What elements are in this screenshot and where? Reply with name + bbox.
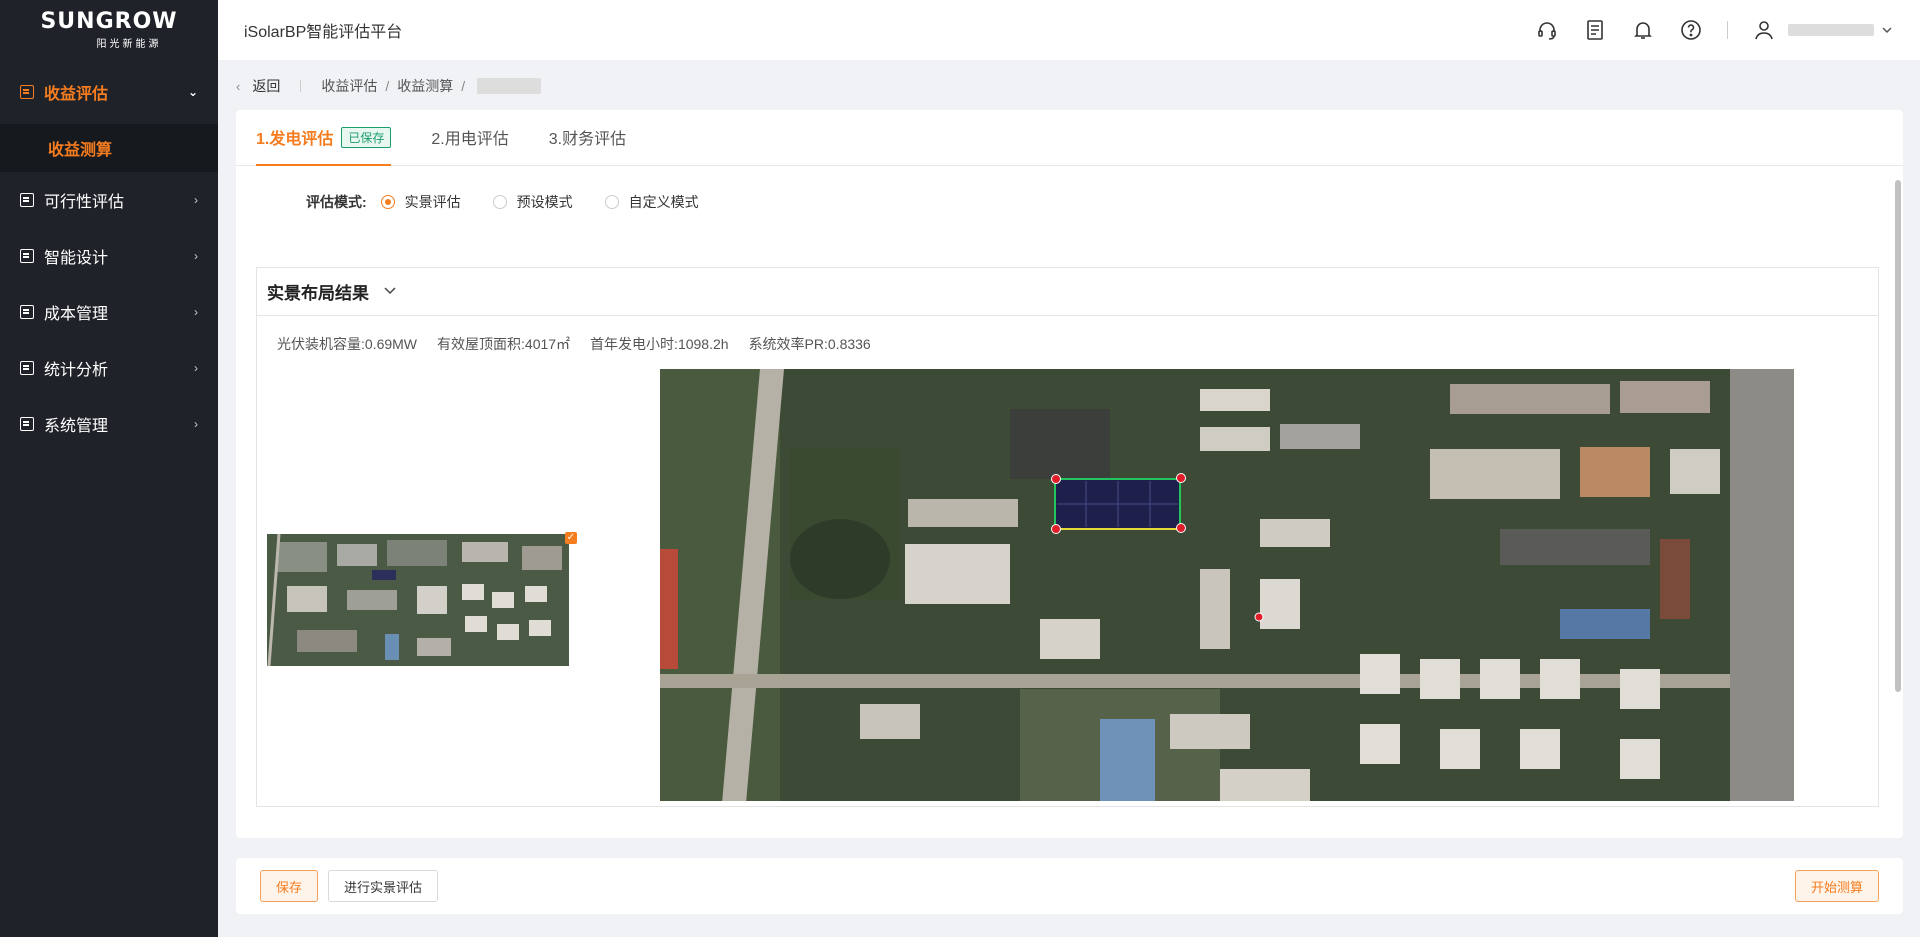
real-scene-eval-button[interactable]: 进行实景评估	[328, 870, 439, 902]
satellite-aerial-image	[660, 369, 1794, 801]
header-actions	[1511, 18, 1894, 42]
user-name-masked[interactable]	[1788, 24, 1874, 36]
chevron-right-icon: ›	[194, 193, 198, 207]
layout-result-panel: 实景布局结果 光伏装机容量:0.69MW 有效屋顶面积:4017㎡ 首年发电小时…	[256, 267, 1879, 807]
breadcrumb-item[interactable]: 收益评估	[321, 76, 377, 96]
top-header: iSolarBP智能评估平台	[218, 0, 1920, 60]
satellite-layout-map[interactable]	[660, 369, 1794, 801]
evaluation-card: 1.发电评估 已保存 2.用电评估 3.财务评估 评估模式: 实景评估 预设模式…	[236, 110, 1903, 838]
radio-checked-icon	[380, 195, 395, 209]
tab-financial-eval[interactable]: 3.财务评估	[549, 109, 626, 165]
save-button[interactable]: 保存	[260, 870, 319, 902]
layout-stats: 光伏装机容量:0.69MW 有效屋顶面积:4017㎡ 首年发电小时:1098.2…	[277, 334, 871, 354]
thumbnail-selected-checkbox[interactable]: ✓	[565, 532, 577, 544]
feasibility-icon	[20, 193, 34, 207]
tab-consumption-eval[interactable]: 2.用电评估	[431, 109, 508, 165]
back-button[interactable]: ‹ 返回	[236, 76, 280, 96]
breadcrumb-current-masked	[477, 78, 542, 94]
help-icon[interactable]	[1679, 18, 1703, 42]
stat-system-pr: 系统效率PR:0.8336	[748, 336, 871, 352]
evaluation-mode-label: 评估模式:	[306, 194, 367, 210]
sidebar-subitem-revenue-calc[interactable]: 收益测算	[0, 124, 218, 172]
header-divider	[1727, 21, 1728, 39]
back-label: 返回	[252, 78, 281, 94]
radio-custom-mode[interactable]: 自定义模式	[604, 192, 699, 212]
breadcrumb-separator: /	[461, 78, 466, 94]
radio-label: 实景评估	[404, 194, 461, 210]
radio-label: 预设模式	[516, 194, 573, 210]
sidebar-item-feasibility[interactable]: 可行性评估 ›	[0, 172, 218, 228]
document-icon[interactable]	[1583, 18, 1607, 42]
sidebar-item-cost[interactable]: 成本管理 ›	[0, 284, 218, 340]
chevron-down-icon	[383, 283, 397, 300]
sidebar-item-label: 可行性评估	[44, 194, 125, 211]
layout-thumbnail[interactable]: ✓	[267, 532, 577, 667]
revenue-icon	[20, 85, 34, 99]
chevron-down-icon[interactable]	[1880, 18, 1894, 42]
chevron-right-icon: ›	[194, 305, 198, 319]
start-calculation-button[interactable]: 开始测算	[1794, 870, 1879, 902]
layout-result-header[interactable]: 实景布局结果	[257, 268, 1878, 316]
radio-preset-mode[interactable]: 预设模式	[492, 192, 573, 212]
chevron-left-icon: ‹	[236, 78, 241, 94]
brand-subtitle: 阳光新能源	[96, 38, 162, 50]
headset-icon[interactable]	[1535, 18, 1559, 42]
saved-badge: 已保存	[341, 126, 392, 148]
chevron-right-icon: ›	[194, 417, 198, 431]
panel-title: 实景布局结果	[267, 284, 369, 303]
thumbnail-aerial-image	[267, 533, 569, 667]
chevron-right-icon: ›	[194, 361, 198, 375]
sidebar-item-revenue[interactable]: 收益评估 ⌄	[0, 60, 218, 124]
breadcrumb: ‹ 返回 收益评估 / 收益测算 /	[236, 74, 542, 98]
vertical-scrollbar[interactable]	[1895, 180, 1901, 692]
evaluation-mode-row: 评估模式: 实景评估 预设模式 自定义模式	[306, 192, 731, 212]
sidebar-item-design[interactable]: 智能设计 ›	[0, 228, 218, 284]
stat-first-year-hours: 首年发电小时:1098.2h	[590, 336, 729, 352]
statistics-icon	[20, 361, 34, 375]
sidebar-item-label: 系统管理	[44, 418, 109, 435]
chevron-down-icon: ⌄	[187, 85, 198, 99]
sidebar-item-statistics[interactable]: 统计分析 ›	[0, 340, 218, 396]
stat-capacity: 光伏装机容量:0.69MW	[277, 336, 418, 352]
design-icon	[20, 249, 34, 263]
sidebar-menu: 收益评估 ⌄ 收益测算 可行性评估 › 智能设计 › 成本管理 › 统计分析 ›…	[0, 60, 218, 452]
bell-icon[interactable]	[1631, 18, 1655, 42]
tab-generation-eval[interactable]: 1.发电评估 已保存	[256, 109, 392, 166]
breadcrumb-separator: /	[385, 78, 390, 94]
breadcrumb-divider	[300, 80, 302, 92]
system-icon	[20, 417, 34, 431]
sidebar-item-label: 智能设计	[44, 250, 109, 267]
brand-logo[interactable]: SUNGROW 阳光新能源	[0, 0, 218, 60]
app-title: iSolarBP智能评估平台	[244, 24, 403, 41]
user-icon[interactable]	[1752, 18, 1776, 42]
chevron-right-icon: ›	[194, 249, 198, 263]
sidebar-item-label: 统计分析	[44, 362, 109, 379]
bottom-action-bar: 保存 进行实景评估 开始测算	[236, 858, 1903, 914]
breadcrumb-item[interactable]: 收益测算	[397, 76, 453, 96]
radio-unchecked-icon	[492, 195, 507, 209]
tab-label: 1.发电评估	[256, 131, 334, 148]
sidebar-item-system[interactable]: 系统管理 ›	[0, 396, 218, 452]
radio-unchecked-icon	[604, 195, 619, 209]
sidebar-item-label: 成本管理	[44, 306, 109, 323]
radio-real-scene[interactable]: 实景评估	[380, 192, 461, 212]
brand-name: SUNGROW	[40, 8, 178, 34]
step-tabs: 1.发电评估 已保存 2.用电评估 3.财务评估	[236, 110, 1903, 166]
radio-label: 自定义模式	[628, 194, 699, 210]
cost-icon	[20, 305, 34, 319]
sidebar-item-label: 收益评估	[44, 86, 109, 103]
stat-roof-area: 有效屋顶面积:4017㎡	[437, 336, 571, 352]
sidebar: SUNGROW 阳光新能源 收益评估 ⌄ 收益测算 可行性评估 › 智能设计 ›…	[0, 0, 218, 937]
